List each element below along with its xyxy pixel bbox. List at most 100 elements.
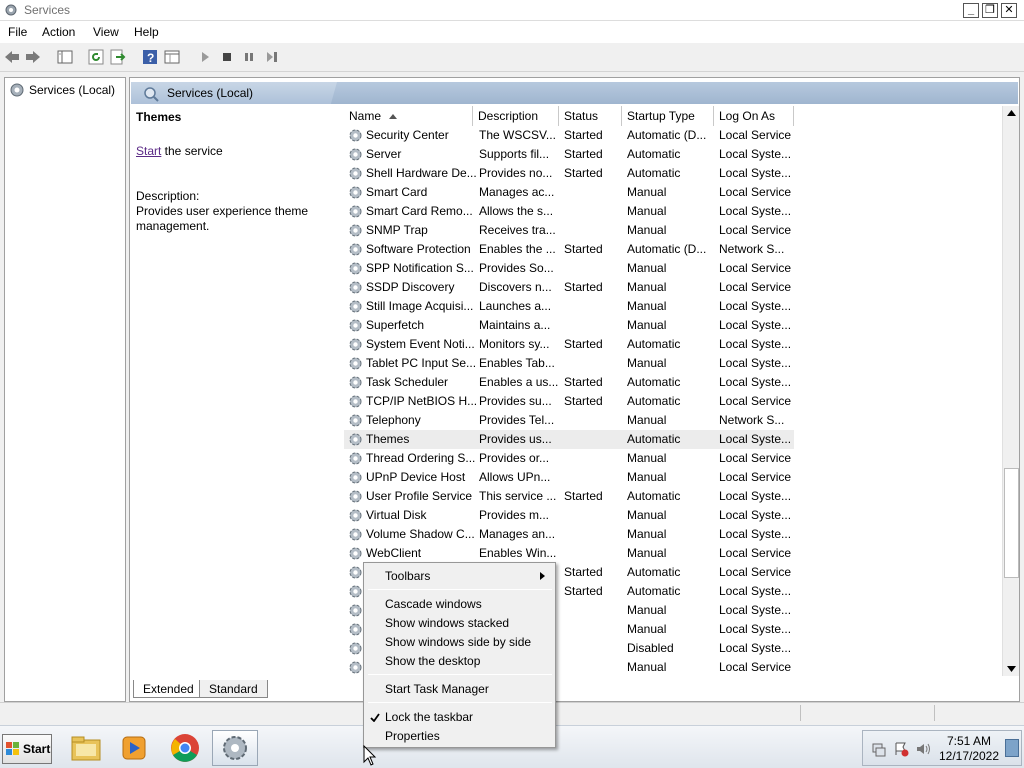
service-gear-icon xyxy=(349,338,362,351)
menu-item-toolbars[interactable]: Toolbars xyxy=(385,569,430,583)
mouse-cursor-icon xyxy=(363,745,377,766)
table-row[interactable]: SSDP Discovery Discovers n... Started Manua… xyxy=(344,278,794,297)
column-header-description[interactable]: Description xyxy=(473,106,559,126)
cell-startup-type: Manual xyxy=(627,413,667,427)
cell-description: This service ... xyxy=(479,489,557,503)
cell-log-on-as: Local Syste... xyxy=(719,432,792,446)
menu-item-show-windows-side-by-side[interactable]: Show windows side by side xyxy=(385,635,531,649)
menu-separator xyxy=(368,674,552,675)
tab-extended[interactable]: Extended xyxy=(133,680,204,698)
network-icon[interactable] xyxy=(871,741,887,757)
cell-startup-type: Manual xyxy=(627,280,667,294)
menu-action[interactable]: Action xyxy=(42,25,75,39)
cell-status: Started xyxy=(564,242,603,256)
table-row[interactable]: SPP Notification S... Provides So... Manua… xyxy=(344,259,794,278)
taskbar-file-explorer[interactable] xyxy=(63,730,109,766)
close-button[interactable]: ✕ xyxy=(1001,3,1017,18)
table-row[interactable]: Superfetch Maintains a... Manual Local Syst… xyxy=(344,316,794,335)
start-service-link[interactable]: Start xyxy=(136,144,161,158)
cell-name: Software Protection xyxy=(366,242,471,256)
table-row[interactable]: Server Supports fil... Started Automatic Loc… xyxy=(344,145,794,164)
cell-description: Receives tra... xyxy=(479,223,556,237)
cell-log-on-as: Local Service xyxy=(719,223,792,237)
column-header-startup-type[interactable]: Startup Type xyxy=(622,106,714,126)
table-row[interactable]: SNMP Trap Receives tra... Manual Local Serv… xyxy=(344,221,794,240)
scrollbar-thumb[interactable] xyxy=(1004,468,1019,578)
menu-item-cascade-windows[interactable]: Cascade windows xyxy=(385,597,482,611)
start-label: Start xyxy=(23,742,51,756)
menu-item-show-windows-stacked[interactable]: Show windows stacked xyxy=(385,616,509,630)
taskbar-media-player[interactable] xyxy=(111,730,157,766)
table-row[interactable]: Security Center The WSCSV... Started Automa… xyxy=(344,126,794,145)
cell-name: UPnP Device Host xyxy=(366,470,466,484)
table-row[interactable]: User Profile Service This service ... Star… xyxy=(344,487,794,506)
column-header-status[interactable]: Status xyxy=(559,106,622,126)
table-row[interactable]: Software Protection Enables the ... Starte… xyxy=(344,240,794,259)
table-row[interactable]: UPnP Device Host Allows UPn... Manual Local… xyxy=(344,468,794,487)
export-list-icon[interactable] xyxy=(109,48,127,66)
table-row[interactable]: Volume Shadow C... Manages an... Manual Loc… xyxy=(344,525,794,544)
table-row[interactable]: WebClient Enables Win... Manual Local Servi… xyxy=(344,544,794,563)
cell-name: System Event Noti... xyxy=(366,337,475,351)
cell-description: Provides no... xyxy=(479,166,553,180)
cell-log-on-as: Local Service xyxy=(719,660,792,674)
cell-name: Virtual Disk xyxy=(366,508,427,522)
refresh-icon[interactable] xyxy=(87,48,105,66)
table-row[interactable]: Tablet PC Input Se... Enables Tab... Manua… xyxy=(344,354,794,373)
menu-item-show-the-desktop[interactable]: Show the desktop xyxy=(385,654,480,668)
svg-text:?: ? xyxy=(147,51,154,65)
restart-icon[interactable] xyxy=(263,48,281,66)
menu-item-lock-the-taskbar[interactable]: Lock the taskbar xyxy=(385,710,473,724)
table-row[interactable]: Smart Card Remo... Allows the s... Manual L… xyxy=(344,202,794,221)
help-icon[interactable]: ? xyxy=(141,48,159,66)
start-button[interactable]: Start xyxy=(2,734,52,764)
cell-log-on-as: Local Syste... xyxy=(719,356,792,370)
table-row[interactable]: Shell Hardware De... Provides no... Starte… xyxy=(344,164,794,183)
stop-icon[interactable] xyxy=(218,48,236,66)
tab-standard[interactable]: Standard xyxy=(199,680,268,698)
menu-item-start-task-manager[interactable]: Start Task Manager xyxy=(385,682,489,696)
cell-name: SNMP Trap xyxy=(366,223,428,237)
forward-icon[interactable] xyxy=(24,48,42,66)
column-header-log-on-as[interactable]: Log On As xyxy=(714,106,794,126)
action-center-icon[interactable] xyxy=(893,741,909,757)
show-desktop-button[interactable] xyxy=(1005,739,1019,757)
menu-view[interactable]: View xyxy=(93,25,119,39)
table-row[interactable]: System Event Noti... Monitors sy... Starte… xyxy=(344,335,794,354)
table-row[interactable]: Task Scheduler Enables a us... Started Auto… xyxy=(344,373,794,392)
cell-startup-type: Automatic xyxy=(627,375,681,389)
show-hide-tree-icon[interactable] xyxy=(56,48,74,66)
restore-button[interactable]: ❐ xyxy=(982,3,998,18)
column-header-name[interactable]: Name xyxy=(344,106,473,126)
menu-help[interactable]: Help xyxy=(134,25,159,39)
table-row[interactable]: Smart Card Manages ac... Manual Local Servi… xyxy=(344,183,794,202)
menu-file[interactable]: File xyxy=(8,25,27,39)
clock[interactable]: 7:51 AM 12/17/2022 xyxy=(937,734,1001,764)
table-row[interactable]: Still Image Acquisi... Launches a... Manua… xyxy=(344,297,794,316)
table-row[interactable]: Themes Provides us... Automatic Local Syste… xyxy=(344,430,794,449)
volume-icon[interactable] xyxy=(915,741,931,757)
cell-description: Provides Tel... xyxy=(479,413,555,427)
scroll-up-icon[interactable] xyxy=(1007,110,1016,116)
table-row[interactable]: Telephony Provides Tel... Manual Network S.… xyxy=(344,411,794,430)
pause-icon[interactable] xyxy=(240,48,258,66)
menu-item-properties[interactable]: Properties xyxy=(385,729,440,743)
table-row[interactable]: Thread Ordering S... Provides or... Manual… xyxy=(344,449,794,468)
taskbar-chrome[interactable] xyxy=(162,730,208,766)
tree-item-services-local[interactable]: Services (Local) xyxy=(9,82,115,98)
cell-log-on-as: Network S... xyxy=(719,413,785,427)
back-icon[interactable] xyxy=(3,48,21,66)
play-icon[interactable] xyxy=(196,48,214,66)
cell-startup-type: Automatic xyxy=(627,432,681,446)
cell-status: Started xyxy=(564,489,603,503)
properties-icon[interactable] xyxy=(163,48,181,66)
cell-log-on-as: Local Syste... xyxy=(719,299,792,313)
service-gear-icon xyxy=(349,623,362,636)
minimize-button[interactable]: _ xyxy=(963,3,979,18)
table-row[interactable]: TCP/IP NetBIOS H... Provides su... Started… xyxy=(344,392,794,411)
taskbar-services[interactable] xyxy=(212,730,258,766)
view-tabs: Extended Standard xyxy=(130,678,1019,700)
vertical-scrollbar[interactable] xyxy=(1002,106,1019,676)
table-row[interactable]: Virtual Disk Provides m... Manual Local Sys… xyxy=(344,506,794,525)
scroll-down-icon[interactable] xyxy=(1007,666,1016,672)
